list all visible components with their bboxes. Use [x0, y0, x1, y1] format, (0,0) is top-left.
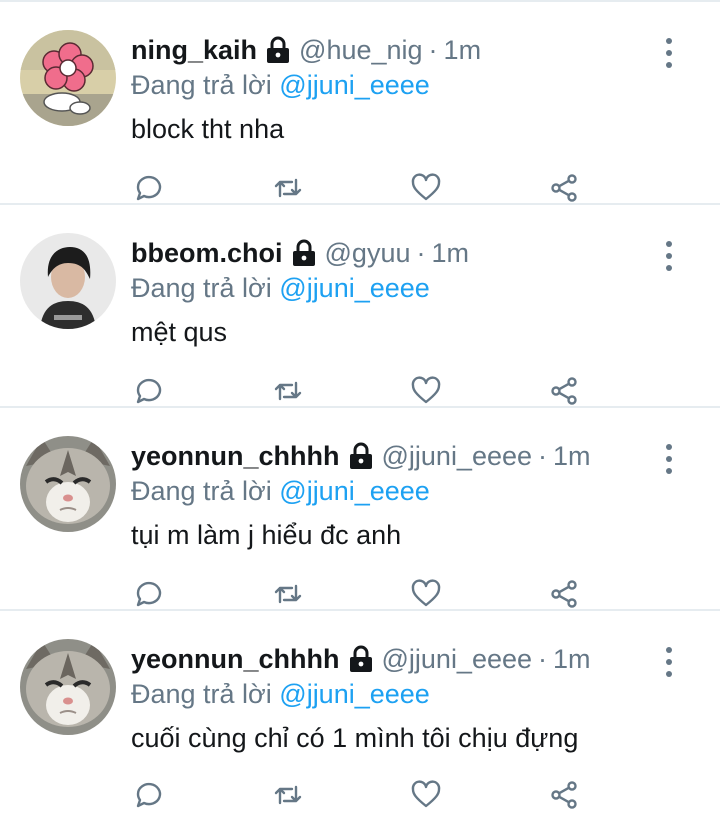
pink-flower-cartoon-avatar [20, 30, 116, 126]
reply-icon[interactable] [130, 777, 166, 813]
action-bar [0, 777, 720, 813]
reply-icon[interactable] [130, 576, 166, 612]
more-options-icon[interactable] [655, 38, 683, 68]
reply-context: Đang trả lời @jjuni_eeee [131, 273, 430, 304]
more-options-icon[interactable] [655, 444, 683, 474]
lock-icon [291, 239, 317, 267]
retweet-icon[interactable] [270, 777, 306, 813]
reply-target-link[interactable]: @jjuni_eeee [279, 476, 430, 506]
avatar[interactable] [20, 436, 116, 532]
avatar[interactable] [20, 233, 116, 329]
display-name[interactable]: ning_kaih [131, 35, 257, 66]
lock-icon [348, 645, 374, 673]
tweet-text: block tht nha [131, 114, 285, 144]
share-icon[interactable] [546, 777, 582, 813]
display-name[interactable]: yeonnun_chhhh [131, 644, 340, 675]
timestamp[interactable]: 1m [444, 35, 482, 66]
separator-dot: · [538, 440, 548, 471]
retweet-icon[interactable] [270, 576, 306, 612]
timestamp[interactable]: 1m [553, 441, 591, 472]
reply-prefix: Đang trả lời [131, 70, 272, 100]
handle[interactable]: @jjuni_eeee [382, 644, 533, 675]
tweet-item[interactable]: bbeom.choi @gyuu · 1m Đang trả lời @jjun… [0, 205, 720, 408]
lock-icon [348, 442, 374, 470]
timestamp[interactable]: 1m [553, 644, 591, 675]
display-name[interactable]: bbeom.choi [131, 238, 283, 269]
separator-dot: · [428, 34, 438, 65]
tweet-text: cuối cùng chỉ có 1 mình tôi chịu đựng [131, 723, 579, 753]
action-bar [0, 576, 720, 612]
like-icon[interactable] [408, 576, 444, 612]
action-bar [0, 170, 720, 206]
reply-prefix: Đang trả lời [131, 476, 272, 506]
tweet-item[interactable]: yeonnun_chhhh @jjuni_eeee · 1m Đang trả … [0, 408, 720, 611]
handle[interactable]: @hue_nig [299, 35, 423, 66]
share-icon[interactable] [546, 170, 582, 206]
action-bar [0, 373, 720, 409]
reply-target-link[interactable]: @jjuni_eeee [279, 273, 430, 303]
like-icon[interactable] [408, 373, 444, 409]
like-icon[interactable] [408, 170, 444, 206]
avatar[interactable] [20, 639, 116, 735]
more-options-icon[interactable] [655, 647, 683, 677]
person-photo-avatar [20, 233, 116, 329]
handle[interactable]: @jjuni_eeee [382, 441, 533, 472]
like-icon[interactable] [408, 777, 444, 813]
lock-icon [265, 36, 291, 64]
reply-context: Đang trả lời @jjuni_eeee [131, 476, 430, 507]
tweet-feed: ning_kaih @hue_nig · 1m Đang trả lời @jj… [0, 0, 720, 817]
reply-icon[interactable] [130, 170, 166, 206]
share-icon[interactable] [546, 373, 582, 409]
display-name[interactable]: yeonnun_chhhh [131, 441, 340, 472]
tweet-text: tụi m làm j hiểu đc anh [131, 520, 402, 550]
tweet-header: yeonnun_chhhh @jjuni_eeee · 1m [131, 438, 591, 474]
reply-prefix: Đang trả lời [131, 679, 272, 709]
tweet-item[interactable]: yeonnun_chhhh @jjuni_eeee · 1m Đang trả … [0, 611, 720, 814]
tweet-item[interactable]: ning_kaih @hue_nig · 1m Đang trả lời @jj… [0, 2, 720, 205]
share-icon[interactable] [546, 576, 582, 612]
separator-dot: · [416, 237, 426, 268]
reply-prefix: Đang trả lời [131, 273, 272, 303]
reply-icon[interactable] [130, 373, 166, 409]
retweet-icon[interactable] [270, 170, 306, 206]
timestamp[interactable]: 1m [431, 238, 469, 269]
reply-target-link[interactable]: @jjuni_eeee [279, 70, 430, 100]
more-options-icon[interactable] [655, 241, 683, 271]
grumpy-cat-avatar [20, 639, 116, 735]
reply-target-link[interactable]: @jjuni_eeee [279, 679, 430, 709]
tweet-text: mệt qus [131, 317, 228, 347]
tweet-header: yeonnun_chhhh @jjuni_eeee · 1m [131, 641, 591, 677]
tweet-header: bbeom.choi @gyuu · 1m [131, 235, 469, 271]
handle[interactable]: @gyuu [325, 238, 411, 269]
reply-context: Đang trả lời @jjuni_eeee [131, 679, 430, 710]
separator-dot: · [538, 643, 548, 674]
grumpy-cat-avatar [20, 436, 116, 532]
avatar[interactable] [20, 30, 116, 126]
retweet-icon[interactable] [270, 373, 306, 409]
reply-context: Đang trả lời @jjuni_eeee [131, 70, 430, 101]
tweet-header: ning_kaih @hue_nig · 1m [131, 32, 481, 68]
